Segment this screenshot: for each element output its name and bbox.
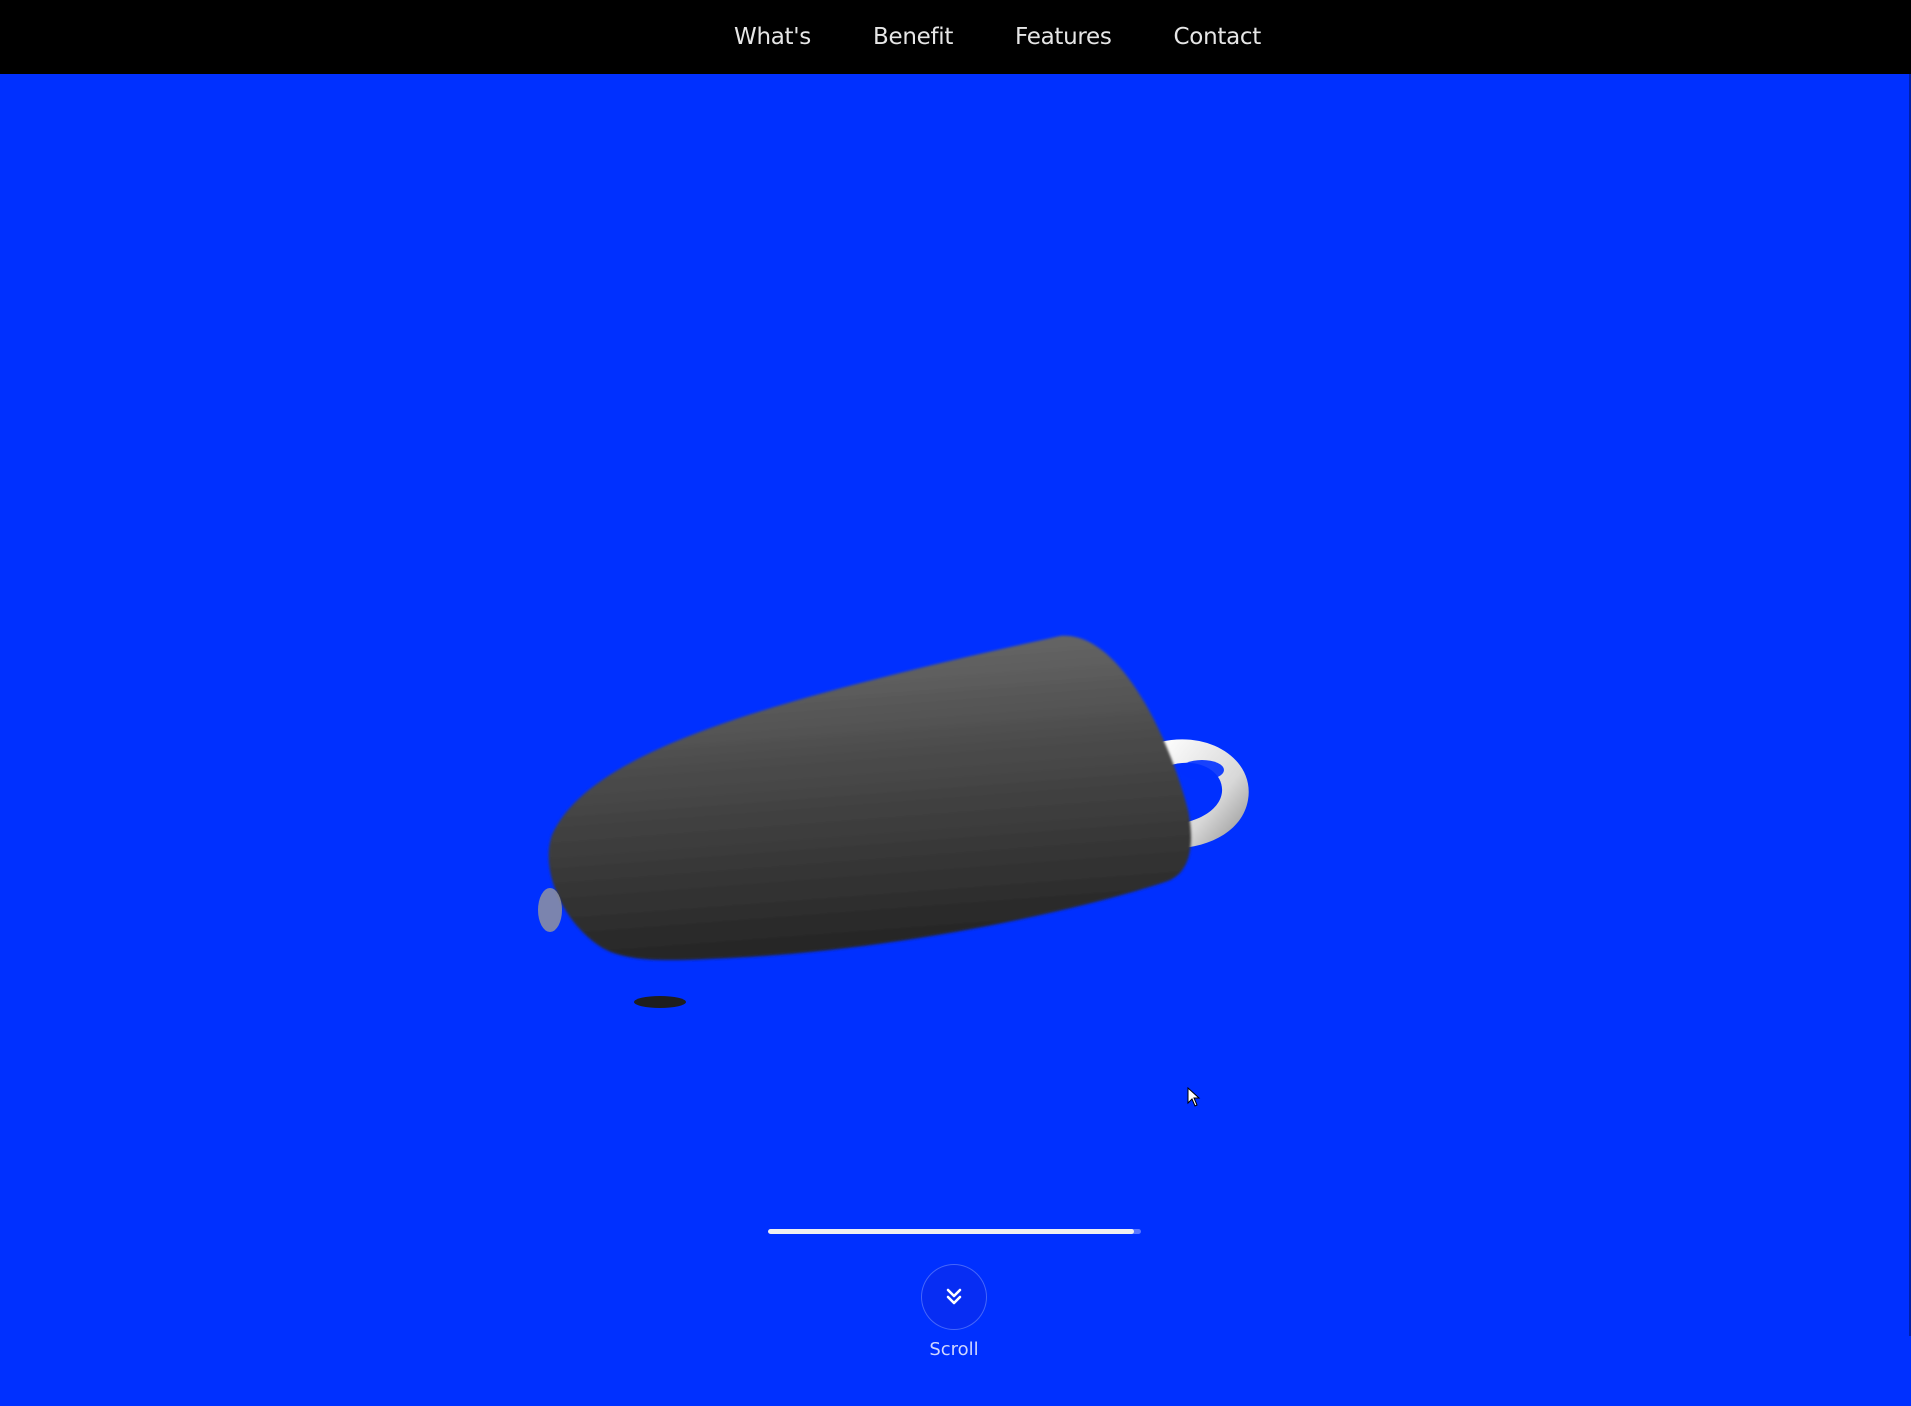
nav-item-features: Features bbox=[1015, 24, 1112, 50]
mouse-cursor-icon bbox=[1187, 1087, 1201, 1107]
scroll-progress-bar bbox=[768, 1229, 1141, 1234]
scroll-down-button[interactable] bbox=[921, 1264, 987, 1330]
nav-link-benefit[interactable]: Benefit bbox=[873, 24, 953, 50]
nav-link-contact[interactable]: Contact bbox=[1174, 24, 1262, 50]
nav-item-benefit: Benefit bbox=[873, 24, 953, 50]
product-3d-model-icon[interactable] bbox=[520, 620, 1260, 1020]
nav-item-whats: What's bbox=[734, 24, 811, 50]
top-navigation: What's Benefit Features Contact bbox=[0, 0, 1911, 74]
nav-list: What's Benefit Features Contact bbox=[734, 24, 1261, 50]
double-chevron-down-icon bbox=[946, 1288, 962, 1305]
scroll-label: Scroll bbox=[929, 1339, 979, 1360]
nav-item-contact: Contact bbox=[1174, 24, 1262, 50]
nav-link-whats[interactable]: What's bbox=[734, 24, 811, 50]
scroll-progress-fill bbox=[768, 1229, 1134, 1234]
nav-link-features[interactable]: Features bbox=[1015, 24, 1112, 50]
